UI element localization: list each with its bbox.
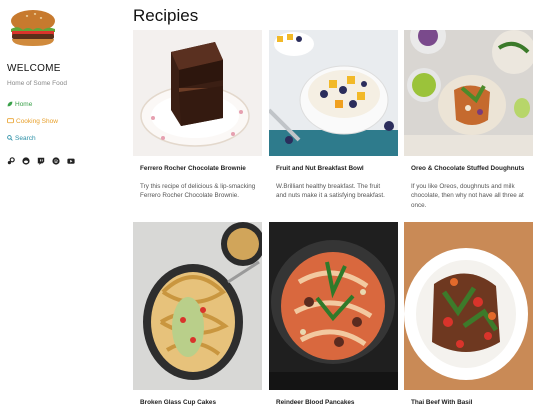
nav-cooking-show[interactable]: Cooking Show <box>7 117 58 125</box>
tv-icon <box>7 118 14 124</box>
recipe-image-doughnuts[interactable] <box>404 30 533 156</box>
recipe-image-thai-beef[interactable] <box>404 222 533 390</box>
recipe-card[interactable]: Reindeer Blood Pancakes <box>269 222 398 407</box>
burger-logo[interactable] <box>8 8 58 48</box>
recipe-card[interactable]: Thai Beef With Basil <box>404 222 533 407</box>
recipe-title[interactable]: Fruit and Nut Breakfast Bowl <box>269 165 398 173</box>
spotify-icon[interactable] <box>52 157 60 165</box>
recipe-card[interactable]: Oreo & Chocolate Stuffed Doughnuts If yo… <box>404 30 533 211</box>
social-links <box>7 157 75 165</box>
youtube-icon[interactable] <box>67 157 75 165</box>
recipe-title[interactable]: Ferrero Rocher Chocolate Brownie <box>133 165 262 173</box>
nav-search[interactable]: Search <box>7 134 58 142</box>
recipe-title[interactable]: Broken Glass Cup Cakes <box>133 399 262 407</box>
recipe-image-brownie[interactable] <box>133 30 262 156</box>
recipe-title[interactable]: Oreo & Chocolate Stuffed Doughnuts <box>404 165 533 173</box>
leaf-icon <box>7 101 13 107</box>
recipe-image-cup-cakes[interactable] <box>133 222 262 390</box>
recipe-title[interactable]: Reindeer Blood Pancakes <box>269 399 398 407</box>
recipe-card[interactable]: Fruit and Nut Breakfast Bowl W.Brilliant… <box>269 30 398 201</box>
sidebar: WELCOME Home of Some Food Home Cooking S… <box>0 0 125 405</box>
recipe-card[interactable]: Broken Glass Cup Cakes <box>133 222 262 407</box>
search-icon <box>7 135 13 141</box>
recipe-image-breakfast-bowl[interactable] <box>269 30 398 156</box>
recipe-description: Try this recipe of delicious & lip-smack… <box>140 182 256 200</box>
nav-search-label: Search <box>15 134 36 142</box>
nav-cooking-show-label: Cooking Show <box>16 117 58 125</box>
nav-home[interactable]: Home <box>7 100 58 108</box>
sidebar-nav: Home Cooking Show Search <box>7 100 58 151</box>
site-tagline: Home of Some Food <box>7 80 67 87</box>
page-title: Recipies <box>133 6 199 25</box>
recipe-description: If you like Oreos, doughnuts and milk ch… <box>411 182 524 210</box>
steam-icon[interactable] <box>7 157 15 165</box>
twitch-icon[interactable] <box>37 157 45 165</box>
recipe-title[interactable]: Thai Beef With Basil <box>404 399 533 407</box>
recipe-image-pancakes[interactable] <box>269 222 398 390</box>
nav-home-label: Home <box>15 100 33 108</box>
recipe-description: W.Brilliant healthy breakfast. The fruit… <box>276 182 385 200</box>
recipe-card[interactable]: Ferrero Rocher Chocolate Brownie Try thi… <box>133 30 262 201</box>
reddit-icon[interactable] <box>22 157 30 165</box>
site-title: WELCOME <box>7 63 61 74</box>
